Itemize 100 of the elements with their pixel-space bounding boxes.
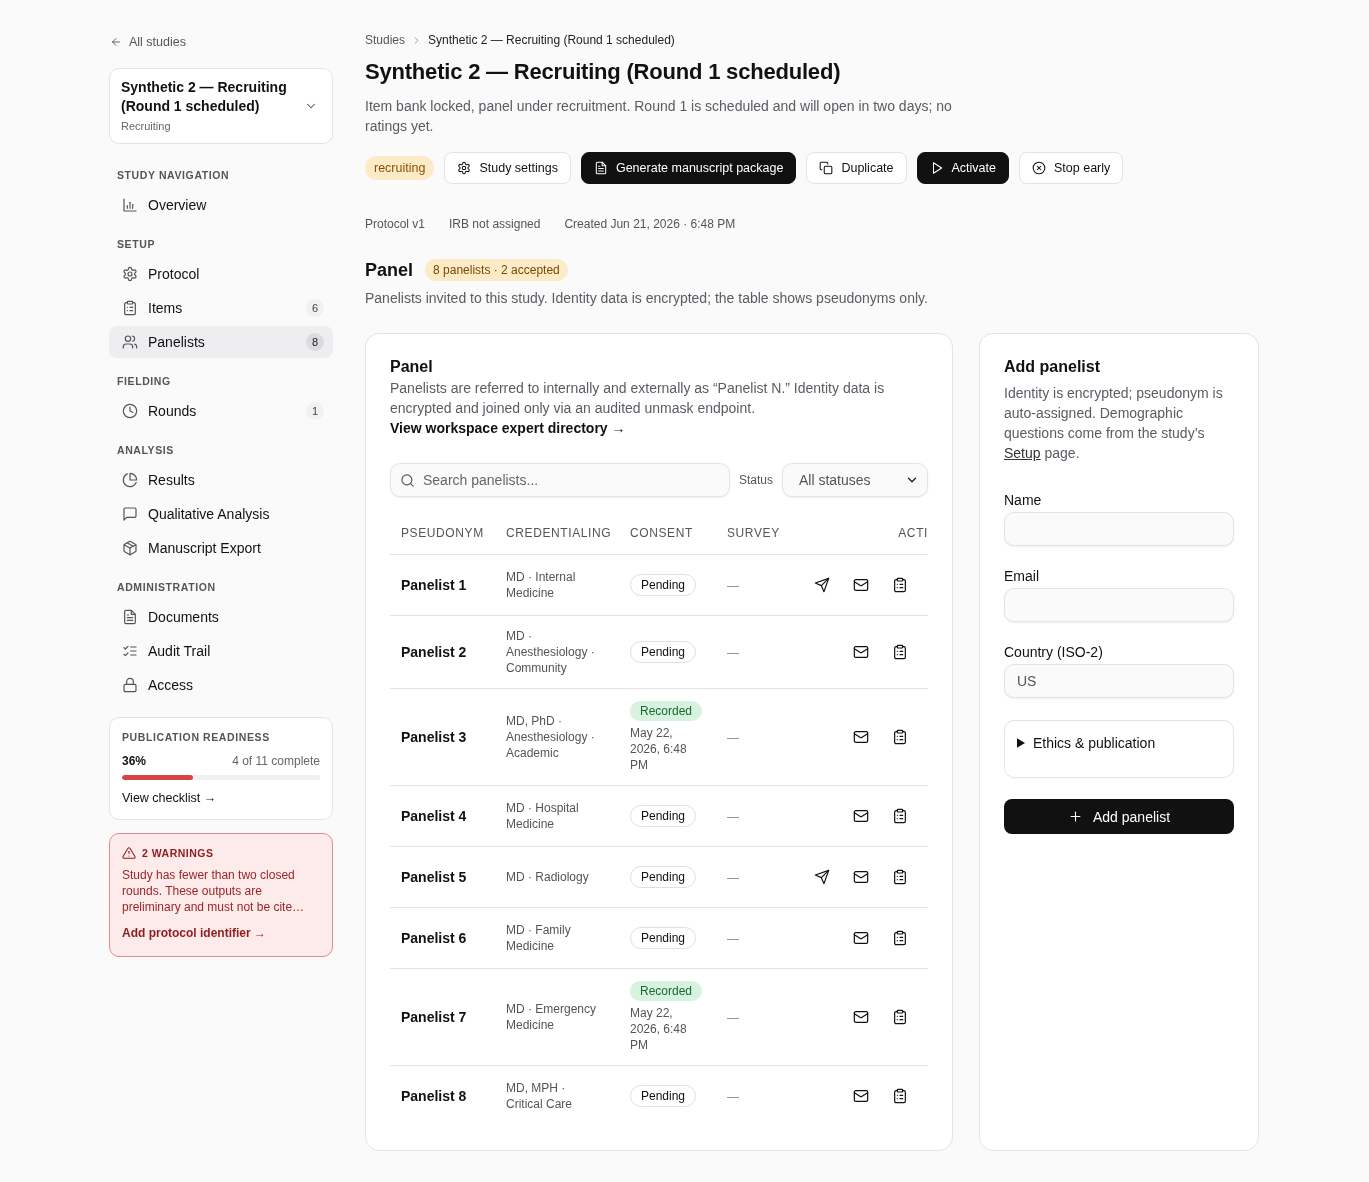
checklist-link[interactable]: View checklist →: [122, 791, 217, 805]
nav-item[interactable]: Items 6: [109, 292, 333, 324]
setup-link[interactable]: Setup: [1004, 445, 1041, 461]
people-icon: [122, 334, 138, 350]
section-heading: STUDY NAVIGATION: [117, 168, 231, 182]
clipboard-icon[interactable]: [891, 577, 908, 593]
nav-item[interactable]: Audit Trail: [109, 635, 333, 667]
field-label: Email: [1004, 567, 1040, 586]
country-field[interactable]: US: [1004, 664, 1234, 698]
nav-item[interactable]: Protocol: [109, 258, 333, 290]
nav-item[interactable]: Manuscript Export: [109, 532, 333, 564]
section-title: Panel: [365, 259, 414, 282]
clipboard-icon[interactable]: [891, 1009, 908, 1025]
ethics-disclosure[interactable]: Ethics & publication: [1004, 720, 1234, 778]
panelist-name: Panelist 5: [401, 869, 467, 885]
section-heading: ADMINISTRATION: [117, 580, 217, 594]
credential-text: MD, MPH · Critical Care: [506, 1080, 573, 1112]
paper-plane-icon[interactable]: [814, 869, 831, 885]
padlock-icon: [122, 677, 138, 693]
activate-button[interactable]: Activate: [916, 152, 1009, 184]
field-label: Country (ISO-2): [1004, 643, 1104, 662]
envelope-icon[interactable]: [853, 1009, 869, 1025]
search-field[interactable]: Search panelists...: [390, 463, 730, 497]
back-link[interactable]: All studies: [110, 32, 186, 52]
clipboard-icon[interactable]: [891, 808, 908, 824]
gear-icon: [122, 266, 138, 282]
panelist-name: Panelist 1: [401, 577, 467, 593]
nav-item[interactable]: Overview: [109, 189, 333, 221]
add-panelist-description: Identity is encrypted; pseudonym is auto-assigned. Demographic questions come from the study’s Setup page.: [1004, 384, 1224, 463]
clipboard-icon[interactable]: [891, 1088, 908, 1104]
settings-button[interactable]: Study settings: [444, 152, 571, 184]
section-heading: ANALYSIS: [117, 443, 175, 457]
nav-item[interactable]: Panelists 8: [109, 326, 333, 358]
meta-text: Created Jun 21, 2026 · 6:48 PM: [564, 216, 736, 232]
credential-text: MD · Radiology: [506, 869, 590, 885]
study-switcher[interactable]: Synthetic 2 — Recruiting (Round 1 scheduled) Recruiting: [109, 68, 333, 144]
consent-badge: Recorded: [630, 981, 703, 1001]
clipboard-icon[interactable]: [891, 729, 908, 745]
consent-badge: Pending: [630, 1085, 697, 1107]
duplicate-button[interactable]: Duplicate: [806, 152, 907, 184]
email-field[interactable]: [1004, 588, 1234, 622]
panelist-name: Panelist 6: [401, 930, 467, 946]
warning-link[interactable]: Add protocol identifier →: [122, 926, 266, 940]
count-badge: 1: [306, 402, 324, 420]
clipboard-icon[interactable]: [891, 644, 908, 660]
plus-icon: [1067, 809, 1083, 824]
nav-item[interactable]: Access: [109, 669, 333, 701]
study-title: Synthetic 2 — Recruiting (Round 1 scheduled): [121, 78, 288, 116]
readiness-percent: 36%: [122, 753, 147, 769]
nav-item[interactable]: Qualitative Analysis: [109, 498, 333, 530]
nav-item[interactable]: Results: [109, 464, 333, 496]
clipboard-icon[interactable]: [891, 869, 908, 885]
clock-icon: [122, 403, 138, 419]
envelope-icon[interactable]: [853, 869, 869, 885]
breadcrumb-link[interactable]: Studies: [365, 32, 406, 48]
add-panelist-button[interactable]: Add panelist: [1004, 799, 1234, 834]
generate-package-button[interactable]: Generate manuscript package: [580, 152, 797, 184]
survey-value: —: [727, 579, 739, 593]
warning-message: Study has fewer than two closed rounds. These outputs are preliminary and must not be cite…: [122, 867, 306, 915]
envelope-icon[interactable]: [853, 930, 869, 946]
paper-plane-icon[interactable]: [814, 577, 831, 593]
field-label: Name: [1004, 491, 1043, 510]
stop-early-button[interactable]: Stop early: [1019, 152, 1124, 184]
consent-badge: Pending: [630, 574, 697, 596]
document-icon: [122, 609, 138, 625]
credential-text: MD · Internal Medicine: [506, 569, 577, 601]
warning-triangle-icon: [122, 846, 136, 860]
consent-badge: Pending: [630, 927, 697, 949]
panelist-name: Panelist 3: [401, 729, 467, 745]
status-select[interactable]: All statuses: [782, 463, 928, 497]
meta-text: IRB not assigned: [449, 216, 541, 232]
breadcrumb-current: Synthetic 2 — Recruiting (Round 1 scheduled): [428, 32, 675, 48]
consent-date: May 22, 2026, 6:48 PM: [630, 725, 688, 773]
nav-item[interactable]: Documents: [109, 601, 333, 633]
column-header: CREDENTIALING: [506, 526, 612, 540]
survey-value: —: [727, 932, 739, 946]
envelope-icon[interactable]: [853, 644, 869, 660]
name-field[interactable]: [1004, 512, 1234, 546]
clipboard-icon[interactable]: [891, 930, 908, 946]
credential-text: MD, PhD · Anesthesiology · Academic: [506, 713, 596, 761]
envelope-icon[interactable]: [853, 1088, 869, 1104]
survey-value: —: [727, 810, 739, 824]
consent-date: May 22, 2026, 6:48 PM: [630, 1005, 688, 1053]
filter-label: Status: [738, 473, 773, 487]
nav-item[interactable]: Rounds 1: [109, 395, 333, 427]
column-header: PSEUDONYM: [401, 526, 484, 540]
envelope-icon[interactable]: [853, 729, 869, 745]
survey-value: —: [727, 1090, 739, 1104]
section-description: Panelists invited to this study. Identity data is encrypted; the table shows pseudonyms only.: [365, 289, 929, 308]
section-heading: SETUP: [117, 237, 156, 251]
consent-badge: Pending: [630, 641, 697, 663]
directory-link[interactable]: View workspace expert directory →: [390, 420, 626, 436]
envelope-icon[interactable]: [853, 808, 869, 824]
left-arrow-icon: [110, 36, 122, 48]
count-badge: 6: [306, 299, 324, 317]
panel-description: Panelists are referred to internally and externally as “Panelist N.” Identity data is encrypted and joined only via an audited unmask endpoint. View workspace expert directory →: [390, 379, 886, 438]
envelope-icon[interactable]: [853, 577, 869, 593]
x-circle-icon: [1032, 161, 1046, 175]
consent-badge: Pending: [630, 805, 697, 827]
clipboard-icon: [122, 300, 138, 316]
